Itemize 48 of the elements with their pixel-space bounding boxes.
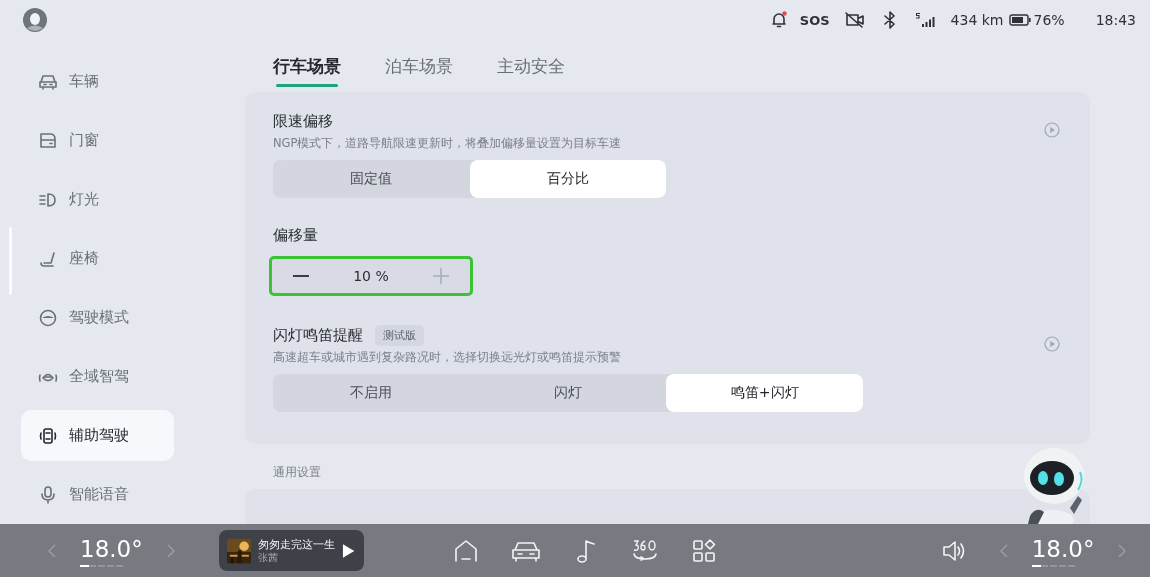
camera-off-icon[interactable] — [844, 12, 865, 28]
clock: 18:43 — [1095, 12, 1136, 28]
sidebar-item[interactable]: 座椅 — [21, 233, 174, 284]
sidebar-item[interactable]: 灯光 — [21, 174, 174, 225]
setting-title: 限速偏移 — [273, 111, 333, 131]
tab[interactable]: 主动安全 — [497, 55, 565, 88]
avatar-icon[interactable] — [23, 8, 47, 32]
temperature-value[interactable]: 18.0° — [80, 534, 143, 563]
surround-view-icon[interactable] — [630, 538, 659, 563]
signal-icon — [914, 12, 937, 28]
sidebar-item[interactable]: 辅助驾驶 — [21, 410, 174, 461]
range-label: 434 km — [950, 12, 1004, 28]
segment-option[interactable]: 百分比 — [469, 160, 666, 198]
section-heading: 通用设置 — [273, 464, 321, 481]
segment-option[interactable]: 固定值 — [273, 160, 470, 198]
sos-label[interactable]: SOS — [799, 12, 830, 28]
artist-name: 张茜 — [258, 551, 280, 565]
tab[interactable]: 行车场景 — [273, 55, 341, 88]
stepper-value: 10 % — [353, 268, 389, 284]
sidebar-item[interactable]: 全域智驾 — [21, 351, 174, 402]
play-icon[interactable] — [342, 542, 356, 559]
temperature-value[interactable]: 18.0° — [1031, 534, 1095, 563]
song-title: 匆匆走完这一生 — [258, 536, 336, 552]
media-player[interactable]: 匆匆走完这一生 张茜 — [218, 530, 364, 571]
battery-icon — [1008, 14, 1031, 26]
notification-icon[interactable] — [769, 11, 788, 29]
tab[interactable]: 泊车场景 — [385, 55, 453, 88]
beta-badge: 测试版 — [375, 324, 424, 346]
sidebar-item[interactable]: 智能语音 — [21, 469, 174, 520]
battery-percent: 76% — [1033, 12, 1065, 28]
volume-icon[interactable] — [941, 538, 966, 563]
sidebar-item[interactable]: 门窗 — [21, 115, 174, 166]
door-icon — [38, 130, 58, 151]
steering-wheel-icon — [38, 307, 58, 328]
sidebar-item[interactable]: 驾驶模式 — [21, 292, 174, 343]
home-icon[interactable] — [453, 538, 478, 563]
segment-option[interactable]: 鸣笛+闪灯 — [666, 374, 863, 412]
sidebar-item[interactable]: 车辆 — [21, 56, 174, 107]
segment-option[interactable]: 闪灯 — [469, 374, 667, 412]
setting-title: 偏移量 — [273, 225, 318, 245]
segment-option[interactable]: 不启用 — [273, 374, 470, 412]
setting-description: NGP模式下，道路导航限速更新时，将叠加偏移量设置为目标车速 — [273, 136, 623, 151]
apps-icon[interactable] — [691, 538, 716, 563]
setting-description: 高速超车或城市遇到复杂路况时，选择切换远光灯或鸣笛提示预警 — [273, 350, 622, 365]
setting-title: 闪灯鸣笛提醒 — [273, 325, 363, 345]
microphone-icon — [38, 484, 58, 505]
bluetooth-icon[interactable] — [882, 11, 897, 29]
phone-vibrate-icon — [38, 425, 58, 446]
